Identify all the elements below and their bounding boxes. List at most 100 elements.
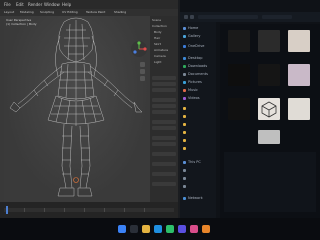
start-icon[interactable]	[118, 225, 126, 233]
property-field[interactable]	[152, 126, 176, 130]
axis-gizmo-icon[interactable]	[130, 40, 148, 58]
app-icon[interactable]	[166, 225, 174, 233]
property-field[interactable]	[152, 88, 176, 92]
picture-icon	[183, 80, 186, 84]
outliner-item-armature[interactable]: Armature	[154, 48, 168, 52]
outliner-item-collection[interactable]: Collection	[152, 24, 167, 28]
3d-viewport[interactable]: User Perspective (1) Collection | Body	[4, 16, 150, 202]
drive-icon	[183, 176, 186, 180]
tab-layout[interactable]: Layout	[4, 10, 14, 14]
property-field[interactable]	[152, 142, 176, 146]
property-field[interactable]	[152, 110, 176, 114]
outliner-item-light[interactable]: Light	[154, 60, 162, 64]
document-icon	[183, 72, 186, 76]
property-field[interactable]	[152, 172, 176, 176]
drive-item[interactable]	[183, 184, 188, 189]
folder-item[interactable]	[183, 138, 188, 143]
folder-item[interactable]	[183, 122, 188, 127]
property-field[interactable]	[152, 152, 176, 156]
folder-icon	[183, 138, 186, 142]
browser-icon[interactable]	[154, 225, 162, 233]
store-icon[interactable]	[178, 225, 186, 233]
nav-item-videos[interactable]: Videos	[183, 96, 200, 101]
file-thumbnail[interactable]	[288, 98, 310, 120]
nav-item-pictures[interactable]: Pictures	[183, 80, 202, 85]
search-input[interactable]	[262, 15, 292, 19]
3d-app-window: File Edit Render Window Help Layout Mode…	[0, 0, 178, 218]
folder-item[interactable]	[183, 146, 188, 151]
nav-item-gallery[interactable]: Gallery	[183, 34, 200, 39]
explorer-navigation-pane: Home Gallery OneDrive Desktop Downloads …	[180, 22, 216, 218]
property-field[interactable]	[152, 98, 176, 102]
outliner-item-skirt[interactable]: Skirt	[154, 42, 161, 46]
blender-icon[interactable]	[202, 225, 210, 233]
wireframe-character-model[interactable]	[4, 16, 150, 202]
drive-item[interactable]	[183, 176, 188, 181]
property-field[interactable]	[152, 120, 176, 124]
menu-file[interactable]: File	[4, 2, 11, 7]
outliner-item-camera[interactable]: Camera	[154, 54, 166, 58]
nav-item-documents[interactable]: Documents	[183, 72, 208, 77]
menu-render[interactable]: Render	[28, 2, 42, 7]
nav-item-desktop[interactable]: Desktop	[183, 56, 202, 61]
menu-help[interactable]: Help	[62, 2, 71, 7]
file-thumbnail[interactable]	[228, 64, 250, 86]
tab-modeling[interactable]: Modeling	[20, 10, 34, 14]
timeline-track[interactable]	[4, 206, 174, 214]
frame-tick	[144, 208, 145, 212]
music-icon	[183, 88, 186, 92]
app-menubar: File Edit Render Window Help	[0, 0, 178, 9]
nav-item-onedrive[interactable]: OneDrive	[183, 44, 204, 49]
frame-tick	[24, 208, 25, 212]
outliner-item-body[interactable]: Body	[154, 30, 162, 34]
nav-item-home[interactable]: Home	[183, 26, 198, 31]
file-thumbnail[interactable]	[228, 30, 250, 52]
property-field[interactable]	[152, 162, 176, 166]
forward-icon[interactable]	[190, 15, 194, 19]
property-field[interactable]	[152, 182, 176, 186]
playhead[interactable]	[6, 206, 8, 214]
nav-item-downloads[interactable]: Downloads	[183, 64, 207, 69]
property-field[interactable]	[152, 136, 176, 140]
tab-shading[interactable]: Shading	[114, 10, 126, 14]
file-thumbnail[interactable]	[258, 98, 280, 120]
tab-texture-paint[interactable]: Texture Paint	[86, 10, 105, 14]
pan-icon[interactable]	[140, 69, 145, 74]
folder-item[interactable]	[183, 114, 188, 119]
timeline-panel	[0, 202, 178, 218]
nav-item-this-pc[interactable]: This PC	[183, 160, 201, 165]
folder-item[interactable]	[183, 130, 188, 135]
download-icon	[183, 64, 186, 68]
folder-icon	[183, 106, 186, 110]
tab-sculpting[interactable]: Sculpting	[40, 10, 54, 14]
nav-item-network[interactable]: Network	[183, 196, 203, 201]
search-icon[interactable]	[130, 225, 138, 233]
outliner-item-hair[interactable]: Hair	[154, 36, 160, 40]
nav-item-music[interactable]: Music	[183, 88, 198, 93]
file-thumbnail[interactable]	[258, 64, 280, 86]
address-bar[interactable]	[198, 15, 258, 19]
video-icon	[183, 96, 186, 100]
frame-tick	[124, 208, 125, 212]
gallery-icon	[183, 34, 186, 38]
back-icon[interactable]	[184, 15, 188, 19]
property-field[interactable]	[152, 82, 176, 86]
outliner-item-scene[interactable]: Scene	[152, 18, 161, 22]
property-field[interactable]	[152, 76, 176, 80]
file-thumbnail[interactable]	[288, 30, 310, 52]
file-thumbnail[interactable]	[228, 98, 250, 120]
folder-icon	[183, 114, 186, 118]
files-icon[interactable]	[142, 225, 150, 233]
camera-view-icon[interactable]	[140, 76, 145, 81]
file-thumbnail[interactable]	[258, 130, 280, 144]
zoom-icon[interactable]	[140, 62, 145, 67]
folder-item[interactable]	[183, 106, 188, 111]
menu-window[interactable]: Window	[44, 2, 60, 7]
file-thumbnail[interactable]	[288, 64, 310, 86]
menu-edit[interactable]: Edit	[16, 2, 24, 7]
property-field[interactable]	[152, 104, 176, 108]
tab-uv-editing[interactable]: UV Editing	[62, 10, 78, 14]
file-thumbnail[interactable]	[258, 30, 280, 52]
drive-item[interactable]	[183, 168, 188, 173]
mail-icon[interactable]	[190, 225, 198, 233]
